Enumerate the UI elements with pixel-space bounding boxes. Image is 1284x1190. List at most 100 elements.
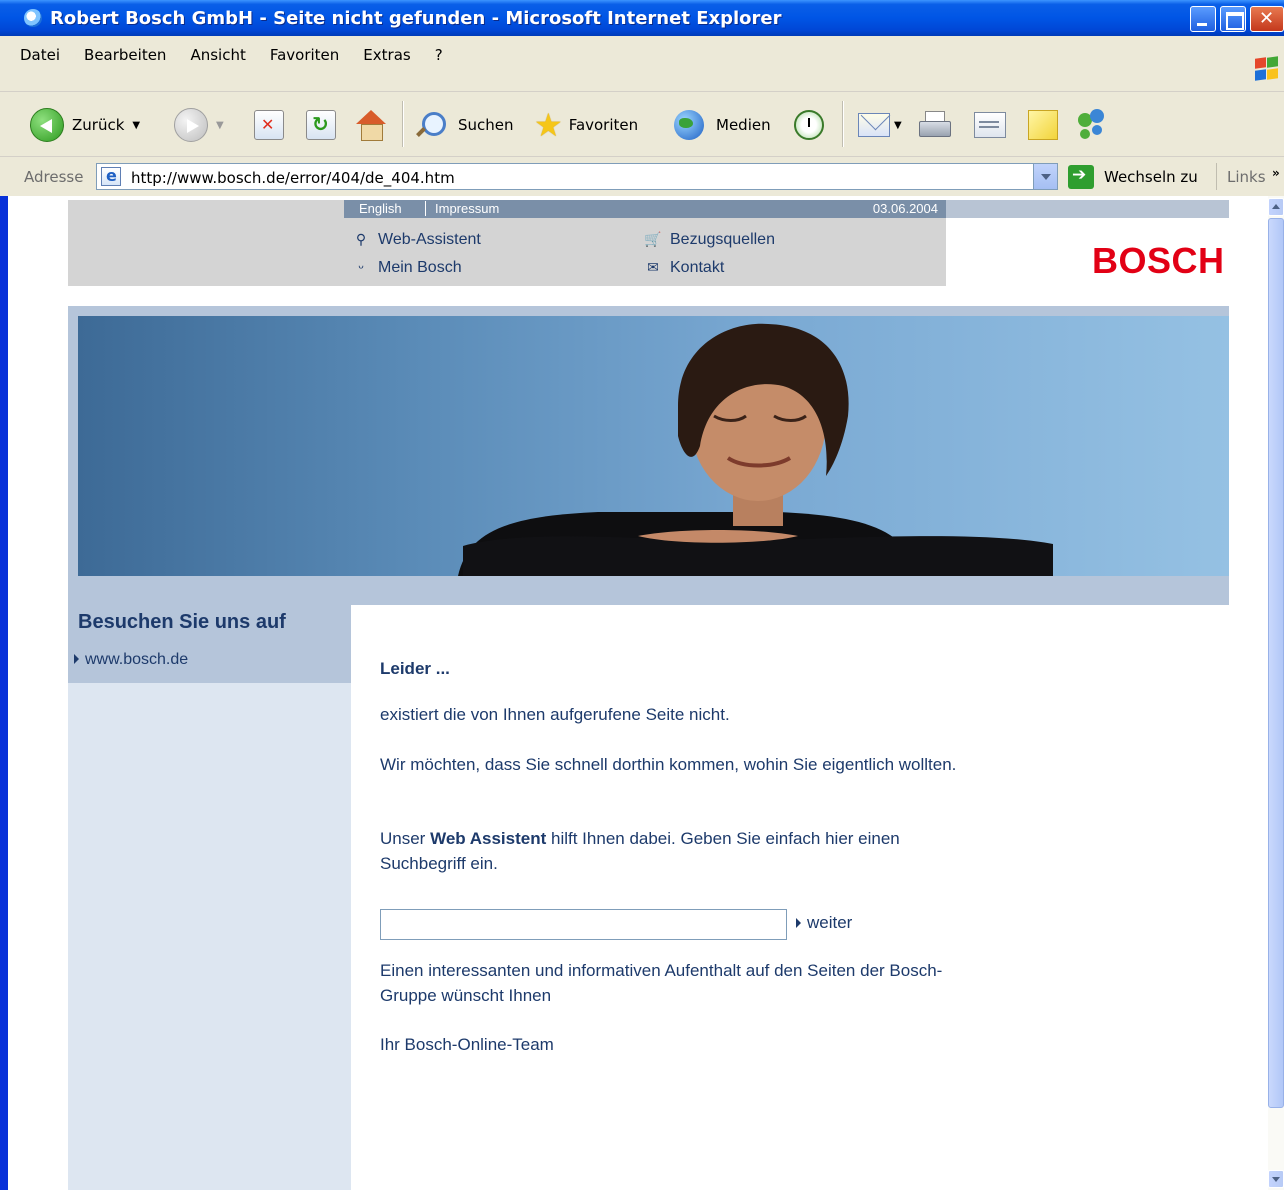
shopping-cart-icon: 🛒 [644,231,662,247]
back-label: Zurück [72,116,125,134]
sidebar-title: Besuchen Sie uns auf [78,611,286,633]
go-button[interactable]: Wechseln zu [1068,163,1198,190]
language-bar: English Impressum 03.06.2004 [344,200,946,218]
stop-icon [254,110,284,140]
address-url[interactable]: http://www.bosch.de/error/404/de_404.htm [131,169,455,187]
links-label[interactable]: Links [1216,163,1266,190]
history-button[interactable] [794,105,824,145]
media-label: Medien [716,116,771,134]
window-title: Robert Bosch GmbH - Seite nicht gefunden… [50,8,782,29]
address-dropdown-icon[interactable] [1033,164,1057,189]
window-border [0,196,8,1190]
print-icon [918,111,952,139]
messenger-icon [1076,109,1110,141]
signature-text: Ihr Bosch-Online-Team [380,1035,554,1054]
address-field[interactable]: http://www.bosch.de/error/404/de_404.htm [96,163,1058,190]
search-icon [414,110,446,140]
maximize-button[interactable] [1220,6,1246,32]
current-date: 03.06.2004 [872,201,938,216]
home-icon [354,109,388,141]
note-icon [1028,110,1058,140]
impressum-link[interactable]: Impressum [435,201,499,216]
back-button[interactable]: Zurück ▼ [30,105,140,145]
submit-label: weiter [807,913,853,932]
close-button[interactable] [1250,6,1284,32]
english-link[interactable]: English [359,201,402,216]
favorites-button[interactable]: ★ Favoriten [534,105,638,145]
nav-web-assistent[interactable]: ⚲ Web-Assistent [352,231,481,249]
arrow-right-icon [74,654,79,664]
favorites-star-icon: ★ [534,106,563,144]
title-bar[interactable]: Robert Bosch GmbH - Seite nicht gefunden… [0,0,1284,36]
menu-extras[interactable]: Extras [353,46,424,64]
menu-help[interactable]: ? [425,46,457,64]
back-dropdown-icon[interactable]: ▼ [132,120,140,131]
nav-bezugsquellen[interactable]: 🛒 Bezugsquellen [644,231,775,249]
favorites-label: Favoriten [568,116,639,134]
scrollbar-thumb[interactable] [1268,218,1284,1108]
content-header-bar [351,576,1229,605]
scroll-up-button[interactable] [1268,198,1284,216]
menu-favoriten[interactable]: Favoriten [260,46,353,64]
edit-button[interactable] [974,105,1006,145]
menu-ansicht[interactable]: Ansicht [180,46,259,64]
nav-web-assistent-label: Web-Assistent [378,231,481,248]
search-button[interactable]: Suchen [414,105,514,145]
nav-mein-bosch[interactable]: ᵕ Mein Bosch [352,259,462,277]
error-text: existiert die von Ihnen aufgerufene Seit… [380,705,730,724]
hero-woman-illustration [458,323,1053,576]
bosch-logo[interactable]: BOSCH [1092,240,1225,282]
media-button[interactable]: Medien [674,105,771,145]
discuss-button[interactable] [1028,105,1058,145]
back-arrow-icon [30,108,64,142]
menu-bearbeiten[interactable]: Bearbeiten [74,46,180,64]
search-input[interactable] [380,909,787,940]
browser-window: Robert Bosch GmbH - Seite nicht gefunden… [0,0,1284,1190]
nav-mein-bosch-label: Mein Bosch [378,259,462,276]
submit-link[interactable]: weiter [796,913,852,933]
home-button[interactable] [354,105,388,145]
mail-button[interactable]: ▼ [858,105,902,145]
intro-text: Wir möchten, dass Sie schnell dorthin ko… [380,755,957,774]
minimize-button[interactable] [1190,6,1216,32]
toolbar-separator [842,101,844,147]
sidebar-link-label: www.bosch.de [85,651,189,668]
links-more-icon[interactable]: » [1272,166,1280,180]
arrow-right-icon [796,918,801,928]
forward-arrow-icon [174,108,208,142]
closing-text: Einen interessanten und informativen Auf… [380,961,943,1005]
sidebar-link-bosch[interactable]: www.bosch.de [74,651,188,669]
assistant-text: Unser Web Assistent hilft Ihnen dabei. G… [380,826,960,876]
magnifier-icon: ⚲ [355,231,367,247]
stop-button[interactable] [254,105,284,145]
error-heading: Leider ... [380,659,450,678]
history-icon [794,110,824,140]
forward-button[interactable]: ▼ [174,105,224,145]
scroll-down-button[interactable] [1268,1170,1284,1188]
page-icon [101,166,121,186]
sidebar: Besuchen Sie uns auf www.bosch.de [68,605,351,1190]
search-label: Suchen [458,116,514,134]
assistant-text-prefix: Unser [380,829,431,848]
print-button[interactable] [918,105,952,145]
envelope-icon: ✉ [647,259,659,275]
menu-datei[interactable]: Datei [0,46,74,64]
language-divider [425,201,426,216]
address-label: Adresse [24,168,84,186]
nav-kontakt[interactable]: ✉ Kontakt [644,259,724,277]
internet-explorer-icon [24,9,42,27]
media-globe-icon [674,110,704,140]
edit-icon [974,112,1006,138]
smile-icon: ᵕ [358,259,364,275]
forward-dropdown-icon[interactable]: ▼ [216,120,224,131]
refresh-button[interactable] [306,105,336,145]
mail-dropdown-icon[interactable]: ▼ [894,120,902,131]
messenger-button[interactable] [1076,105,1110,145]
address-bar: Adresse http://www.bosch.de/error/404/de… [0,158,1284,195]
web-assistent-emphasis: Web Assistent [430,829,547,848]
nav-kontakt-label: Kontakt [670,259,725,276]
toolbar-separator [402,101,404,147]
hero-image [78,316,1229,576]
nav-bezugsquellen-label: Bezugsquellen [670,231,775,248]
vertical-scrollbar[interactable] [1268,196,1284,1190]
